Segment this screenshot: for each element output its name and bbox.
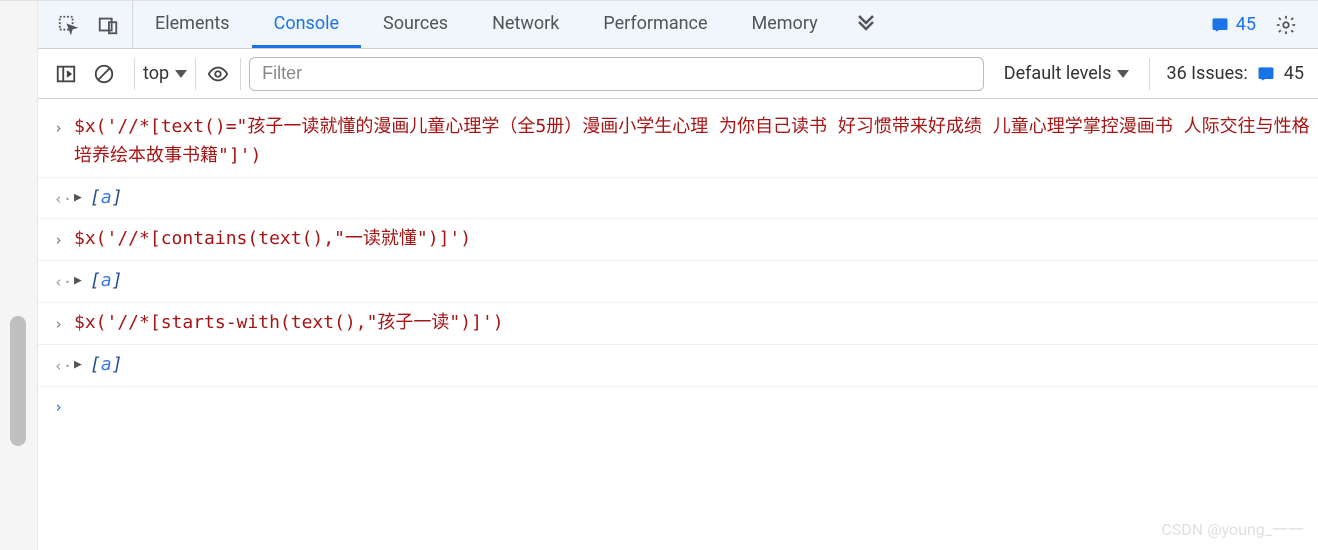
messages-count-value: 45 <box>1236 14 1256 35</box>
tab-label: Network <box>492 13 559 34</box>
output-marker-icon: ‹· <box>54 184 74 211</box>
console-input-row: › $x('//*[contains(text(),"一读就懂")]') <box>38 219 1318 261</box>
context-label: top <box>143 63 169 84</box>
console-result[interactable]: [a] <box>90 267 1310 296</box>
levels-label: Default levels <box>1004 63 1112 84</box>
console-result[interactable]: [a] <box>90 184 1310 213</box>
tab-label: Memory <box>752 13 818 34</box>
page-scrollbar-track[interactable] <box>0 1 38 550</box>
tab-performance[interactable]: Performance <box>581 1 729 48</box>
device-toolbar-icon[interactable] <box>94 11 122 39</box>
tab-console[interactable]: Console <box>252 1 361 48</box>
tab-label: Console <box>274 13 339 34</box>
tab-sources[interactable]: Sources <box>361 1 470 48</box>
console-input-row: › $x('//*[text()="孩子一读就懂的漫画儿童心理学（全5册）漫画小… <box>38 107 1318 178</box>
expand-icon[interactable]: ▶ <box>74 184 90 209</box>
tab-elements[interactable]: Elements <box>133 1 252 48</box>
console-result[interactable]: [a] <box>90 351 1310 380</box>
watermark: CSDN @young_一一 <box>1161 516 1304 540</box>
console-code[interactable]: $x('//*[starts-with(text(),"孩子一读")]') <box>74 309 1310 338</box>
expand-icon[interactable]: ▶ <box>74 267 90 292</box>
console-toolbar: top Default levels 36 Issues: 45 <box>38 49 1318 99</box>
devtools-tab-bar: Elements Console Sources Network Perform… <box>38 1 1318 49</box>
input-marker-icon: › <box>54 309 74 336</box>
issues-label: 36 Issues: <box>1166 63 1247 84</box>
output-marker-icon: ‹· <box>54 267 74 294</box>
page-scrollbar-thumb[interactable] <box>10 316 26 446</box>
console-output-row: ‹· ▶ [a] <box>38 178 1318 220</box>
console-output-row: ‹· ▶ [a] <box>38 261 1318 303</box>
input-marker-icon: › <box>54 225 74 252</box>
tab-label: Elements <box>155 13 230 34</box>
clear-console-icon[interactable] <box>90 60 118 88</box>
console-code[interactable]: $x('//*[contains(text(),"一读就懂")]') <box>74 225 1310 254</box>
tab-label: Performance <box>603 13 707 34</box>
execution-context-select[interactable]: top <box>143 63 187 84</box>
chevron-down-icon <box>1117 70 1129 78</box>
tab-network[interactable]: Network <box>470 1 581 48</box>
chevron-down-icon <box>175 70 187 78</box>
filter-input[interactable] <box>249 57 984 91</box>
sidebar-toggle-icon[interactable] <box>52 60 80 88</box>
tab-label: Sources <box>383 13 448 34</box>
issues-indicator[interactable]: 36 Issues: 45 <box>1158 63 1312 84</box>
console-input-row: › $x('//*[starts-with(text(),"孩子一读")]') <box>38 303 1318 345</box>
tab-memory[interactable]: Memory <box>730 1 840 48</box>
console-prompt[interactable]: › <box>38 387 1318 424</box>
messages-count-badge[interactable]: 45 <box>1210 14 1256 35</box>
input-marker-icon: › <box>54 113 74 140</box>
settings-icon[interactable] <box>1272 11 1300 39</box>
console-code[interactable]: $x('//*[text()="孩子一读就懂的漫画儿童心理学（全5册）漫画小学生… <box>74 113 1310 171</box>
log-levels-select[interactable]: Default levels <box>992 63 1142 84</box>
prompt-marker-icon: › <box>54 395 74 416</box>
expand-icon[interactable]: ▶ <box>74 351 90 376</box>
live-expressions-icon[interactable] <box>204 60 232 88</box>
console-output: › $x('//*[text()="孩子一读就懂的漫画儿童心理学（全5册）漫画小… <box>38 99 1318 550</box>
inspect-element-icon[interactable] <box>54 11 82 39</box>
more-tabs-button[interactable] <box>840 1 892 48</box>
console-output-row: ‹· ▶ [a] <box>38 345 1318 387</box>
issues-count: 45 <box>1284 63 1304 84</box>
output-marker-icon: ‹· <box>54 351 74 378</box>
